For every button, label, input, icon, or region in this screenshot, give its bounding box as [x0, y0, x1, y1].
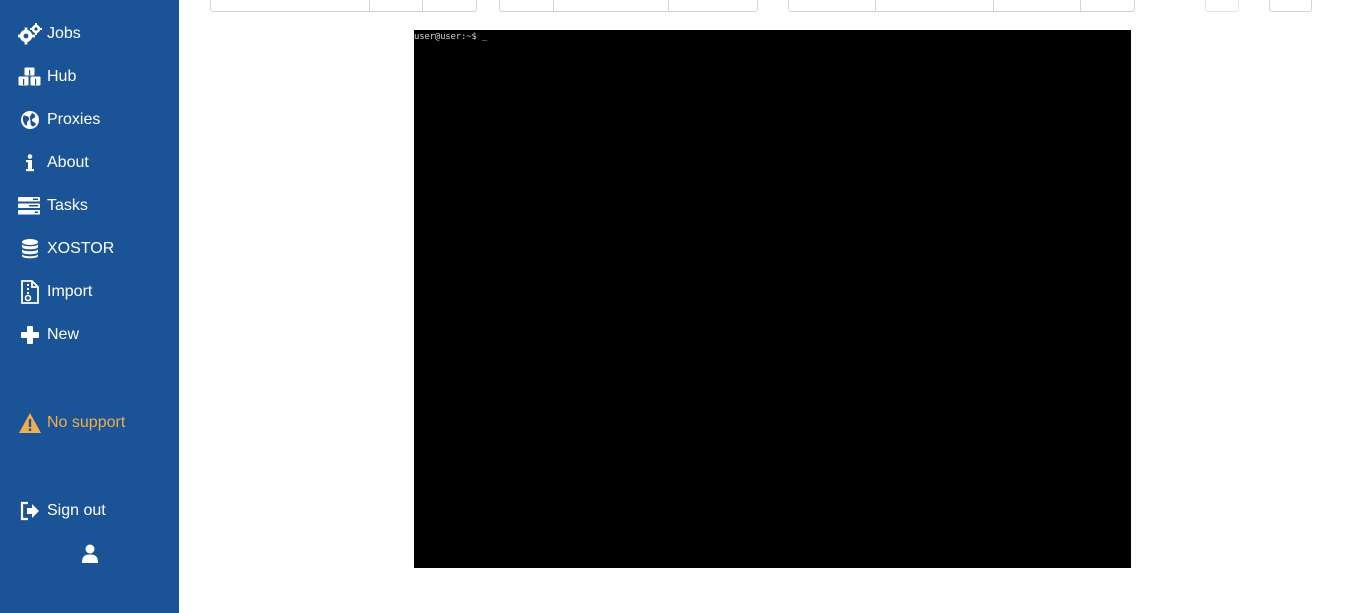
toolbar-input[interactable]	[210, 0, 370, 12]
toolbar-button[interactable]	[993, 0, 1081, 12]
toolbar-button[interactable]	[788, 0, 876, 12]
no-support-label: No support	[47, 414, 126, 431]
globe-icon	[18, 108, 42, 132]
warning-icon	[18, 411, 42, 435]
sidebar-item-label: XOSTOR	[47, 240, 115, 257]
sidebar-item-xostor[interactable]: XOSTOR	[18, 237, 114, 261]
sidebar-item-new[interactable]: New	[18, 323, 79, 347]
plus-icon	[18, 323, 42, 347]
sidebar-item-proxies[interactable]: Proxies	[18, 108, 100, 132]
sidebar-item-jobs[interactable]: Jobs	[18, 22, 81, 46]
file-import-icon	[18, 280, 42, 304]
sidebar: Jobs Hub Proxies About Tasks XOSTOR Impo…	[0, 0, 179, 613]
sidebar-item-label: Hub	[47, 68, 77, 85]
sidebar-item-label: Jobs	[47, 25, 81, 42]
sign-out-label: Sign out	[47, 502, 106, 519]
sidebar-item-import[interactable]: Import	[18, 280, 92, 304]
user-button[interactable]	[78, 544, 102, 568]
no-support-link[interactable]: No support	[18, 411, 125, 435]
sidebar-item-label: Tasks	[47, 197, 88, 214]
toolbar-button[interactable]	[369, 0, 423, 12]
user-icon	[81, 544, 99, 569]
sidebar-item-label: About	[47, 154, 89, 171]
toolbar-button[interactable]	[1269, 0, 1312, 12]
info-icon	[18, 151, 42, 175]
toolbar-button[interactable]	[668, 0, 758, 12]
toolbar-button[interactable]	[422, 0, 477, 12]
sign-out-button[interactable]: Sign out	[18, 499, 106, 523]
vm-console-screen[interactable]: user@user:~$ _	[414, 30, 1131, 568]
toolbar-button[interactable]	[499, 0, 554, 12]
toolbar-button-disabled	[1205, 0, 1239, 12]
sign-out-icon	[18, 499, 42, 523]
sidebar-item-label: New	[47, 326, 80, 343]
database-icon	[18, 237, 42, 261]
sidebar-item-label: Import	[47, 283, 93, 300]
toolbar-button[interactable]	[875, 0, 994, 12]
toolbar-button[interactable]	[1080, 0, 1135, 12]
sidebar-item-about[interactable]: About	[18, 151, 89, 175]
cubes-icon	[18, 65, 42, 89]
tasks-icon	[18, 194, 42, 218]
gears-icon	[18, 22, 42, 46]
sidebar-item-label: Proxies	[47, 111, 101, 128]
toolbar-button[interactable]	[553, 0, 669, 12]
sidebar-item-hub[interactable]: Hub	[18, 65, 76, 89]
sidebar-item-tasks[interactable]: Tasks	[18, 194, 88, 218]
console-prompt: user@user:~$ _	[414, 32, 488, 42]
